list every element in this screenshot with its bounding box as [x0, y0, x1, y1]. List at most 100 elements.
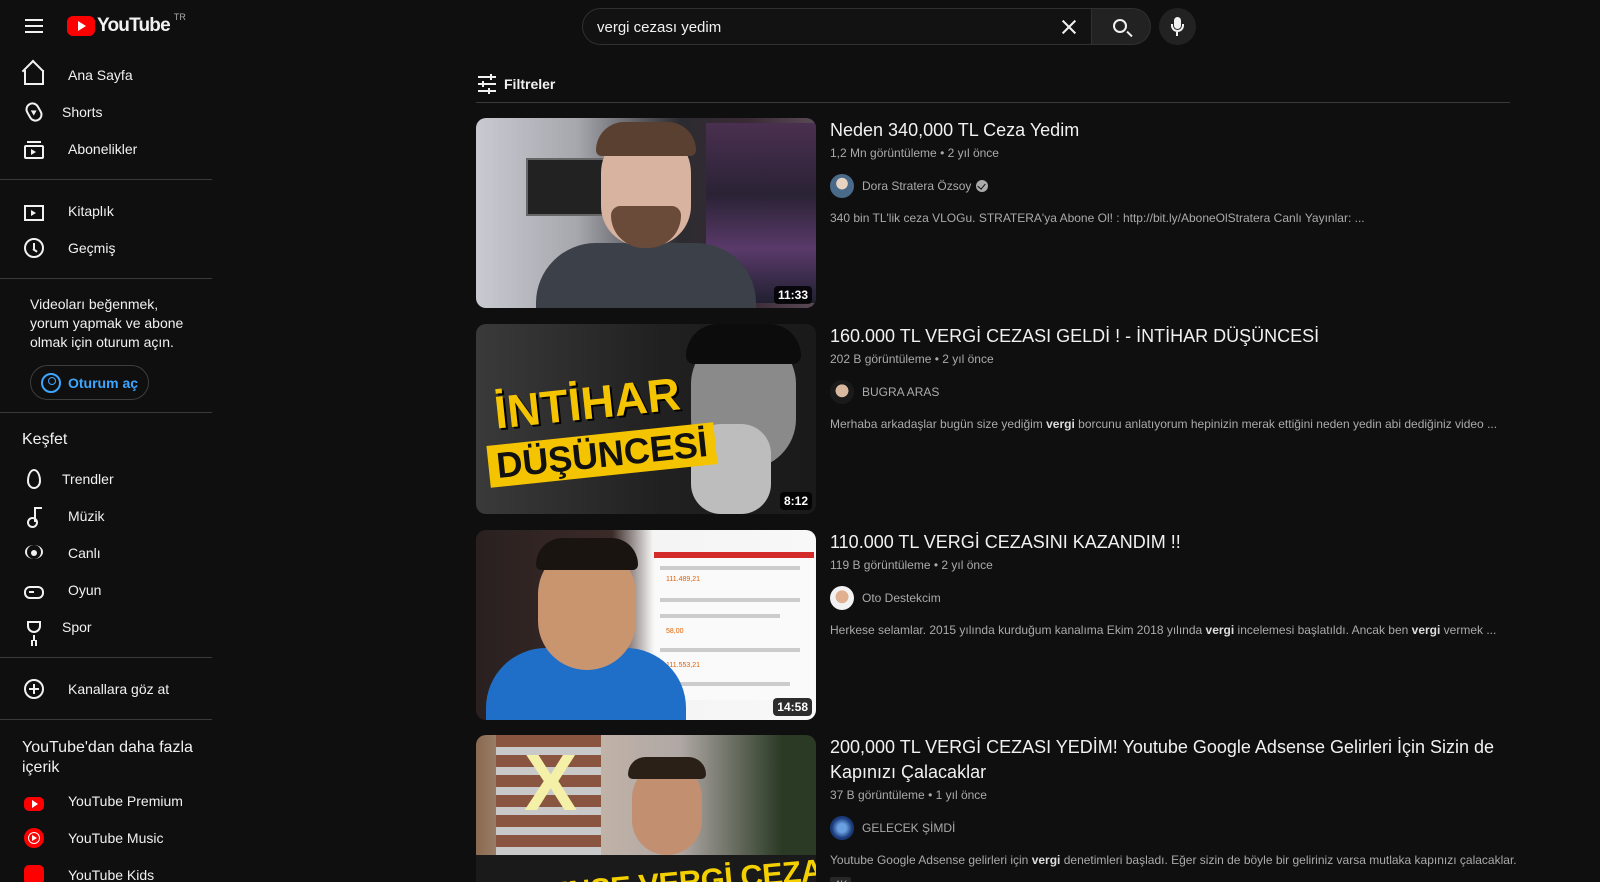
- explore-heading: Keşfet: [22, 431, 68, 448]
- video-meta: 37 B görüntüleme • 1 yıl önce: [830, 788, 987, 802]
- sidebar-item-label: YouTube Music: [68, 829, 164, 846]
- sidebar-item-label: YouTube Premium: [68, 792, 183, 809]
- sidebar-item-music[interactable]: Müzik: [0, 497, 212, 534]
- channel-row[interactable]: Dora Stratera Özsoy: [830, 174, 1510, 198]
- upload-age: 2 yıl önce: [942, 352, 994, 366]
- sidebar-item-label: YouTube Kids: [68, 866, 155, 882]
- channel-avatar[interactable]: [830, 586, 854, 610]
- video-thumbnail[interactable]: X ADSENSE VERGİ CEZASI YEDİM!: [476, 735, 816, 882]
- sidebar-item-label: Abonelikler: [68, 140, 138, 157]
- sidebar-item-library[interactable]: Kitaplık: [0, 192, 212, 229]
- sports-icon: [27, 620, 41, 641]
- video-title[interactable]: 200,000 TL VERGİ CEZASI YEDİM! Youtube G…: [830, 735, 1510, 785]
- video-info: Neden 340,000 TL Ceza Yedim 1,2 Mn görün…: [830, 118, 1510, 227]
- upload-age: 2 yıl önce: [947, 146, 999, 160]
- channel-name[interactable]: BUGRA ARAS: [862, 385, 939, 399]
- video-duration: 14:58: [773, 698, 812, 716]
- video-description: 340 bin TL'lik ceza VLOGu. STRATERA'ya A…: [830, 211, 1365, 225]
- sidebar-item-youtube-music[interactable]: YouTube Music: [0, 819, 212, 856]
- channel-row[interactable]: GELECEK ŞİMDİ: [830, 816, 1510, 840]
- trending-icon: [27, 468, 41, 489]
- signin-button[interactable]: Oturum aç: [30, 365, 149, 400]
- video-result[interactable]: 111.489,21 58,00 111.553,21 14:58 110.00…: [476, 530, 1536, 720]
- sidebar-item-youtube-kids[interactable]: YouTube Kids: [0, 856, 212, 882]
- sidebar-item-label: Geçmiş: [68, 239, 116, 256]
- channel-name[interactable]: Oto Destekcim: [862, 591, 941, 605]
- video-description: Youtube Google Adsense gelirleri için ve…: [830, 853, 1517, 867]
- sidebar-item-sports[interactable]: Spor: [0, 608, 212, 645]
- search-icon: [1113, 19, 1127, 33]
- sidebar-item-label: Spor: [62, 618, 92, 635]
- search-input[interactable]: [597, 17, 1027, 37]
- verified-badge-icon: [976, 180, 989, 192]
- youtube-app: YouTube TR Ana Sayfa Shorts Abonelikler: [0, 0, 1600, 882]
- video-result[interactable]: X ADSENSE VERGİ CEZASI YEDİM! 200,000 TL…: [476, 735, 1536, 882]
- upload-age: 1 yıl önce: [935, 788, 987, 802]
- channel-avatar[interactable]: [830, 816, 854, 840]
- view-count: 37 B görüntüleme: [830, 788, 925, 802]
- video-meta: 1,2 Mn görüntüleme • 2 yıl önce: [830, 146, 999, 160]
- divider: [0, 412, 212, 413]
- video-duration: 11:33: [773, 286, 812, 304]
- filter-bar: Filtreler: [476, 69, 1510, 103]
- sidebar-item-trending[interactable]: Trendler: [0, 460, 212, 497]
- gaming-icon: [24, 586, 44, 599]
- channel-row[interactable]: BUGRA ARAS: [830, 380, 1510, 404]
- search-box: [582, 8, 1092, 45]
- youtube-music-icon: [24, 827, 44, 848]
- video-title[interactable]: 160.000 TL VERGİ CEZASI GELDİ ! - İNTİHA…: [830, 324, 1510, 349]
- channel-avatar[interactable]: [830, 174, 854, 198]
- youtube-logo[interactable]: YouTube TR: [67, 12, 186, 37]
- account-icon: [41, 372, 61, 393]
- video-info: 110.000 TL VERGİ CEZASINI KAZANDIM !! 11…: [830, 530, 1510, 639]
- sidebar: Ana Sayfa Shorts Abonelikler Kitaplık Ge…: [0, 56, 212, 882]
- youtube-kids-icon: [24, 864, 44, 882]
- logo-text: YouTube: [97, 15, 171, 36]
- search-button[interactable]: [1092, 8, 1151, 45]
- channel-name[interactable]: GELECEK ŞİMDİ: [862, 821, 955, 835]
- sidebar-item-shorts[interactable]: Shorts: [0, 93, 212, 130]
- history-icon: [24, 237, 44, 258]
- video-title[interactable]: Neden 340,000 TL Ceza Yedim: [830, 118, 1510, 143]
- video-result[interactable]: İNTİHAR DÜŞÜNCESİ 8:12 160.000 TL VERGİ …: [476, 324, 1536, 514]
- sidebar-item-subscriptions[interactable]: Abonelikler: [0, 130, 212, 167]
- youtube-play-icon: [67, 16, 95, 36]
- divider: [0, 719, 212, 720]
- 4k-badge: 4K: [830, 877, 852, 882]
- video-info: 200,000 TL VERGİ CEZASI YEDİM! Youtube G…: [830, 735, 1517, 882]
- filters-icon[interactable]: [478, 74, 498, 94]
- country-code: TR: [173, 12, 186, 22]
- channel-row[interactable]: Oto Destekcim: [830, 586, 1510, 610]
- voice-search-button[interactable]: [1159, 8, 1196, 45]
- sidebar-item-youtube-premium[interactable]: YouTube Premium: [0, 782, 212, 819]
- sidebar-item-gaming[interactable]: Oyun: [0, 571, 212, 608]
- sidebar-item-label: Ana Sayfa: [68, 66, 133, 83]
- subscriptions-icon: [24, 140, 44, 159]
- sidebar-item-label: Müzik: [68, 507, 105, 524]
- sidebar-item-history[interactable]: Geçmiş: [0, 229, 212, 266]
- sidebar-item-label: Canlı: [68, 544, 101, 561]
- sidebar-item-home[interactable]: Ana Sayfa: [0, 56, 212, 93]
- music-icon: [24, 506, 44, 528]
- video-title[interactable]: 110.000 TL VERGİ CEZASINI KAZANDIM !!: [830, 530, 1510, 555]
- channel-avatar[interactable]: [830, 380, 854, 404]
- live-icon: [24, 543, 44, 563]
- clear-search-icon[interactable]: [1057, 15, 1081, 39]
- video-info: 160.000 TL VERGİ CEZASI GELDİ ! - İNTİHA…: [830, 324, 1510, 433]
- video-thumbnail[interactable]: 11:33: [476, 118, 816, 308]
- video-thumbnail[interactable]: 111.489,21 58,00 111.553,21 14:58: [476, 530, 816, 720]
- view-count: 119 B görüntüleme: [830, 558, 931, 572]
- shorts-icon: [22, 99, 46, 124]
- video-thumbnail[interactable]: İNTİHAR DÜŞÜNCESİ 8:12: [476, 324, 816, 514]
- divider: [0, 179, 212, 180]
- sidebar-item-label: Shorts: [62, 103, 103, 120]
- hamburger-menu-icon[interactable]: [20, 12, 48, 40]
- video-description: Herkese selamlar. 2015 yılında kurduğum …: [830, 623, 1497, 637]
- video-result[interactable]: 11:33 Neden 340,000 TL Ceza Yedim 1,2 Mn…: [476, 118, 1536, 308]
- more-from-youtube-heading: YouTube'dan daha fazla içerik: [22, 739, 193, 776]
- filters-button[interactable]: Filtreler: [504, 69, 555, 99]
- sidebar-item-live[interactable]: Canlı: [0, 534, 212, 571]
- channel-name[interactable]: Dora Stratera Özsoy: [862, 179, 971, 193]
- sidebar-item-browse-channels[interactable]: Kanallara göz at: [0, 670, 212, 707]
- sidebar-item-label: Trendler: [62, 470, 114, 487]
